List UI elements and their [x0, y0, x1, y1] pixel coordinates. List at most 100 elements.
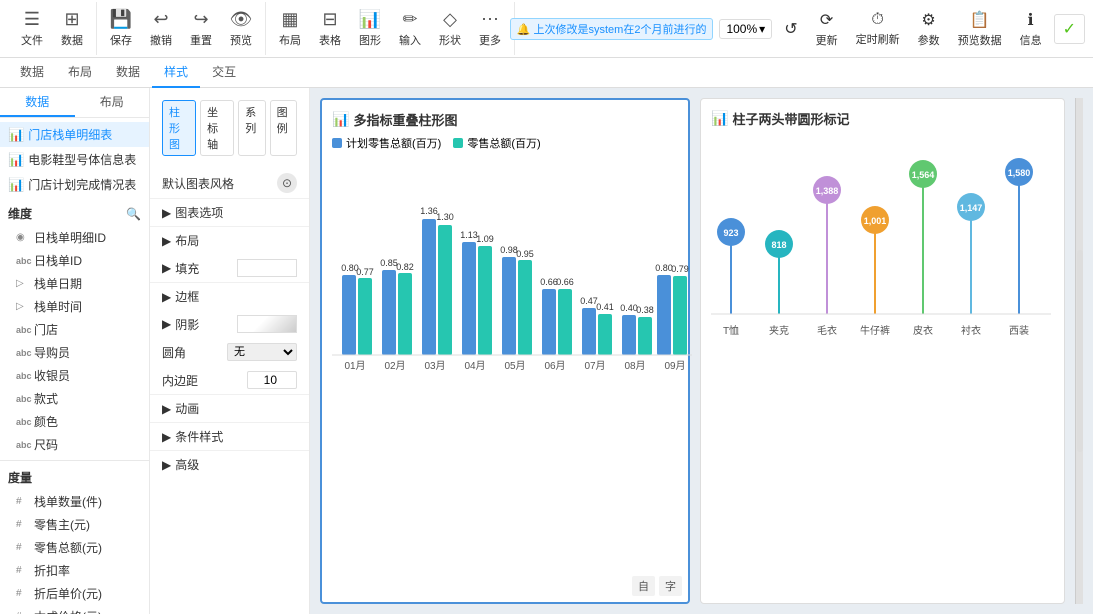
chart-type-legend[interactable]: 图例: [270, 100, 297, 156]
chart-button[interactable]: 📊 图形: [354, 7, 386, 50]
measure-label: 度量: [8, 471, 32, 485]
undo-label: 撤销: [150, 32, 172, 48]
dim-date[interactable]: ▷ 栈单日期: [0, 272, 149, 295]
data-button[interactable]: ⊞ 数据: [56, 7, 88, 50]
lollipop-sweater: 1,388 毛衣: [813, 176, 841, 337]
meas-retail-unit[interactable]: # 零售主(元): [0, 513, 149, 536]
fill-label: 填充: [175, 260, 199, 277]
input-button[interactable]: ✏ 输入: [394, 7, 426, 50]
bar-actual-02: [398, 273, 412, 355]
layout-button[interactable]: ▦ 布局: [274, 7, 306, 50]
expand-icon: ▶: [162, 290, 171, 304]
shape-button[interactable]: ◇ 形状: [434, 7, 466, 50]
tab-layout[interactable]: 布局: [56, 58, 104, 88]
chart-options-row[interactable]: ▶ 图表选项: [150, 198, 309, 226]
circle-icon: ◉: [16, 232, 30, 243]
padding-input[interactable]: [247, 371, 297, 389]
dim-color[interactable]: abc 颜色: [0, 410, 149, 433]
chart-type-series[interactable]: 系列: [238, 100, 265, 156]
action-auto[interactable]: 自: [632, 576, 655, 596]
params-button[interactable]: ⚙ 参数: [912, 8, 946, 50]
legend-plan-dot: [332, 138, 342, 148]
preview-data-button[interactable]: 📋 预览数据: [952, 8, 1008, 50]
file-button[interactable]: ☰ 文件: [16, 7, 48, 50]
action-font[interactable]: 字: [659, 576, 682, 596]
animation-row[interactable]: ▶ 动画: [150, 394, 309, 422]
scrollbar-handle[interactable]: [1077, 250, 1083, 452]
tab-interact[interactable]: 交互: [200, 58, 248, 88]
dim-order-id[interactable]: ◉ 日栈单明细ID: [0, 226, 149, 249]
preview-button[interactable]: 👁 预览: [225, 7, 257, 50]
expand-icon: ▷: [16, 278, 30, 289]
schedule-button[interactable]: ⏱ 定时刷新: [850, 9, 906, 49]
vertical-scrollbar[interactable]: [1075, 98, 1083, 604]
chart-type-bar[interactable]: 柱形图: [162, 100, 196, 156]
more-label: 更多: [479, 32, 501, 48]
dim-size[interactable]: abc 尺码: [0, 433, 149, 456]
default-style-button[interactable]: ⊙: [277, 173, 297, 193]
confirm-button[interactable]: ✓: [1054, 14, 1085, 44]
border-row[interactable]: ▶ 边框: [150, 282, 309, 310]
lollipop-t-shirt: 923 T恤: [717, 218, 745, 337]
tab-toolbar: 数据 布局 数据 样式 交互: [0, 58, 1093, 88]
search-icon[interactable]: 🔍: [126, 207, 141, 221]
sidebar-tab-data[interactable]: 数据: [0, 88, 75, 117]
meas-label: 折扣率: [34, 562, 70, 579]
dim-label: 门店: [34, 321, 58, 338]
file-label: 文件: [21, 32, 43, 48]
condition-row[interactable]: ▶ 条件样式: [150, 422, 309, 450]
meas-retail-total[interactable]: # 零售总额(元): [0, 536, 149, 559]
refresh-button[interactable]: ⟳ 更新: [810, 8, 844, 50]
dim-style[interactable]: abc 款式: [0, 387, 149, 410]
xlabel-jeans: 牛仔裤: [860, 324, 890, 337]
sidebar-item-store-complete[interactable]: 📊 门店计划完成情况表: [0, 172, 149, 197]
dim-order-num[interactable]: abc 日栈单ID: [0, 249, 149, 272]
bar-actual-09: [673, 276, 687, 355]
meas-cost-price[interactable]: # 本成价格(元): [0, 605, 149, 614]
sidebar-item-movie-info[interactable]: 📊 电影鞋型号体信息表: [0, 147, 149, 172]
fill-swatch[interactable]: [237, 259, 297, 277]
shadow-row: ▶ 阴影: [150, 310, 309, 338]
label-plan-03: 1.36: [420, 206, 438, 216]
abc-icon2: abc: [16, 325, 30, 335]
sidebar-tab-layout[interactable]: 布局: [75, 88, 150, 117]
info-button[interactable]: ℹ 信息: [1014, 8, 1048, 50]
bar-group-07: 0.47 0.41 07月: [580, 296, 614, 372]
padding-label: 内边距: [162, 372, 198, 389]
hash-icon3: #: [16, 542, 30, 553]
dim-store[interactable]: abc 门店: [0, 318, 149, 341]
label-actual-07: 0.41: [596, 302, 614, 312]
undo-button[interactable]: ↩ 撤销: [145, 7, 177, 50]
val-suit: 1,580: [1008, 168, 1031, 178]
bar-actual-03: [438, 225, 452, 355]
redo-button[interactable]: ↪ 重置: [185, 7, 217, 50]
save-button[interactable]: 💾 保存: [105, 7, 137, 50]
lollipop-chart-icon: 📊: [711, 110, 728, 127]
corner-select[interactable]: 无 小 中 大: [227, 343, 297, 361]
val-jacket: 818: [771, 240, 786, 250]
table-button[interactable]: ⊟ 表格: [314, 7, 346, 50]
refresh-label: 更新: [816, 32, 838, 48]
meas-disc-unit[interactable]: # 折后单价(元): [0, 582, 149, 605]
layout-row[interactable]: ▶ 布局: [150, 226, 309, 254]
sidebar-item-store-chart[interactable]: 📊 门店栈单明细表: [0, 122, 149, 147]
more-button[interactable]: ⋯ 更多: [474, 7, 506, 50]
dim-time[interactable]: ▷ 栈单时间: [0, 295, 149, 318]
abc-icon5: abc: [16, 394, 30, 404]
tab-style[interactable]: 样式: [152, 58, 200, 88]
bar-actual-06: [558, 289, 572, 355]
meas-discount[interactable]: # 折扣率: [0, 559, 149, 582]
advanced-row[interactable]: ▶ 高级: [150, 450, 309, 478]
dim-guide[interactable]: abc 导购员: [0, 341, 149, 364]
label-plan-09: 0.80: [655, 263, 673, 273]
zoom-control[interactable]: 100% ▾: [719, 19, 772, 39]
meas-qty[interactable]: # 栈单数量(件): [0, 490, 149, 513]
tab-data[interactable]: 数据: [8, 58, 56, 88]
chart-type-axis[interactable]: 坐标轴: [200, 100, 234, 156]
lollipop-leather: 1,564 皮衣: [909, 160, 937, 337]
tab-data2[interactable]: 数据: [104, 58, 152, 88]
refresh-left-button[interactable]: ↺: [778, 17, 803, 41]
shadow-preview[interactable]: [237, 315, 297, 333]
dim-cashier[interactable]: abc 收银员: [0, 364, 149, 387]
redo-icon: ↪: [193, 9, 208, 30]
